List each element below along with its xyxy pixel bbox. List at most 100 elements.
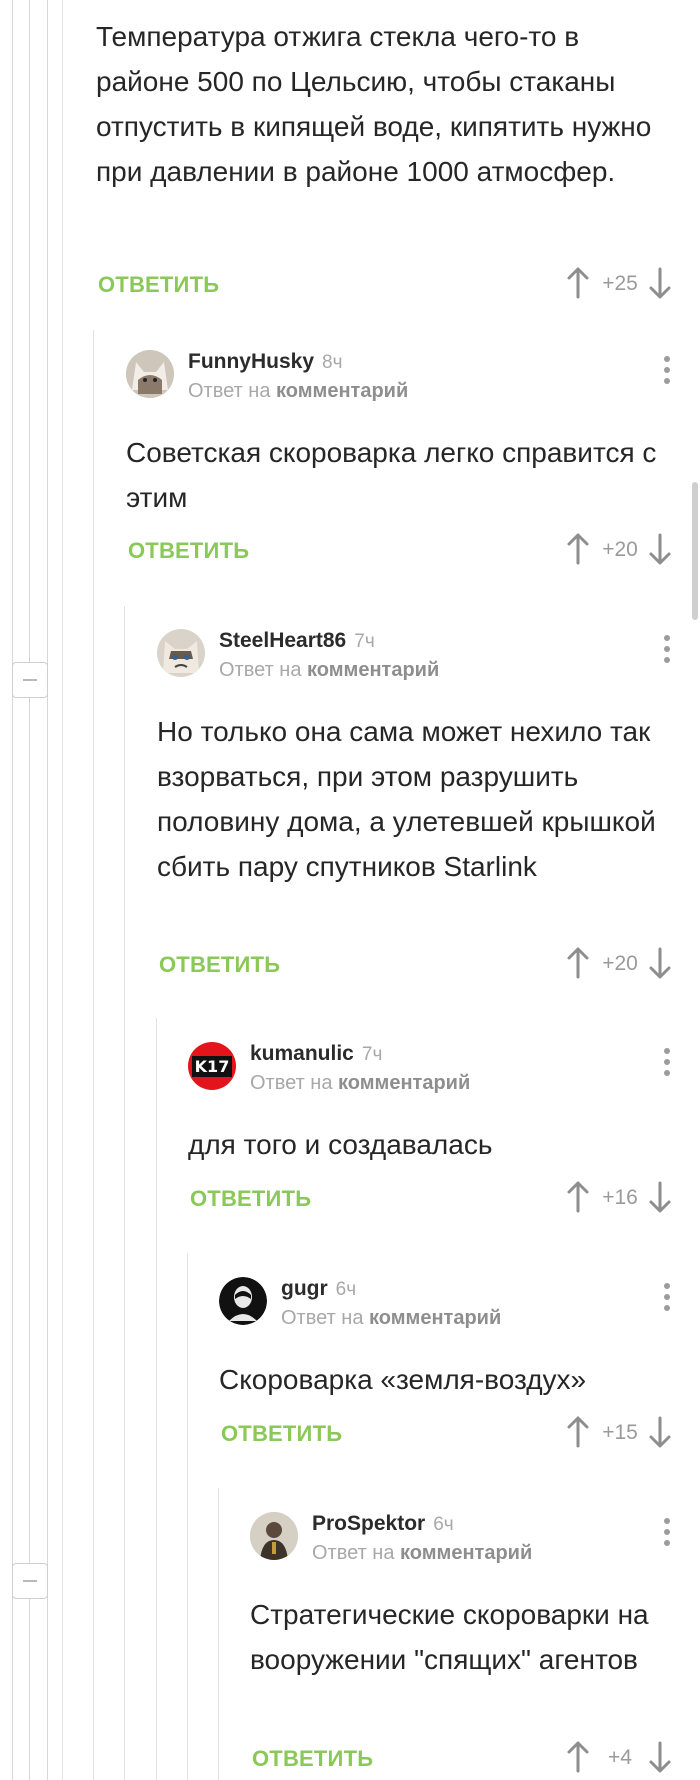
thread-line (12, 0, 13, 1780)
upvote-arrow-icon[interactable] (566, 1740, 590, 1774)
comment-text: Температура отжига стекла чего-то в райо… (96, 21, 652, 187)
upvote-arrow-icon[interactable] (566, 266, 590, 300)
comment-actions: ОТВЕТИТЬ +20 (157, 946, 700, 986)
comment-actions: ОТВЕТИТЬ +16 (188, 1180, 700, 1220)
husky-avatar-icon (126, 350, 174, 398)
silhouette-avatar-icon (219, 1277, 267, 1325)
reply-button[interactable]: ОТВЕТИТЬ (252, 1746, 373, 1772)
comment-rating: +25 (602, 272, 638, 295)
reply-prefix: Ответ на (188, 380, 271, 402)
comment-rating: +15 (602, 1421, 638, 1444)
upvote-arrow-icon[interactable] (566, 1415, 590, 1449)
author-name[interactable]: SteelHeart86 (219, 629, 346, 652)
comment-header: K17 kumanulic 7ч Ответ на комментарий (188, 1042, 700, 1102)
comment-author[interactable]: ProSpektor 6ч (312, 1512, 454, 1536)
more-options-icon[interactable] (662, 635, 672, 669)
reply-button[interactable]: ОТВЕТИТЬ (221, 1421, 342, 1447)
author-name[interactable]: ProSpektor (312, 1512, 425, 1535)
comment-time: 6ч (335, 1279, 357, 1300)
reply-button[interactable]: ОТВЕТИТЬ (128, 538, 249, 564)
thread-line (47, 0, 48, 1780)
comment-text: Скороварка «земля-воздух» (219, 1364, 587, 1395)
reply-to-link[interactable]: Ответ на комментарий (250, 1072, 470, 1095)
comment-author[interactable]: FunnyHusky 8ч (188, 350, 343, 374)
thread-line (93, 330, 94, 1780)
avatar[interactable]: K17 (188, 1042, 236, 1090)
comment-time: 8ч (322, 352, 343, 373)
upvote-arrow-icon[interactable] (566, 532, 590, 566)
downvote-arrow-icon[interactable] (648, 266, 672, 300)
comment: ProSpektor 6ч Ответ на комментарий Страте… (250, 1512, 700, 1780)
comment: K17 kumanulic 7ч Ответ на комментарий для… (188, 1042, 700, 1222)
avatar[interactable] (157, 629, 205, 677)
comment-rating: +4 (608, 1746, 632, 1769)
comment-text: Советская скороварка легко справится с э… (126, 437, 657, 513)
downvote-arrow-icon[interactable] (648, 1180, 672, 1214)
comment-time: 7ч (354, 631, 375, 652)
reply-button[interactable]: ОТВЕТИТЬ (159, 952, 280, 978)
thread-line (29, 0, 30, 1780)
comment: Температура отжига стекла чего-то в райо… (96, 14, 700, 299)
avatar[interactable] (126, 350, 174, 398)
reply-target[interactable]: комментарий (369, 1307, 501, 1329)
comment-actions: ОТВЕТИТЬ +15 (219, 1415, 700, 1455)
comment: FunnyHusky 8ч Ответ на комментарий Советс… (126, 350, 700, 570)
comment: gugr 6ч Ответ на комментарий Скороварка «… (219, 1277, 700, 1457)
comment-rating: +20 (602, 538, 638, 561)
downvote-arrow-icon[interactable] (648, 532, 672, 566)
downvote-arrow-icon[interactable] (648, 1740, 672, 1774)
comment-actions: ОТВЕТИТЬ +20 (126, 532, 700, 572)
thread-line (156, 1018, 157, 1780)
avatar[interactable] (219, 1277, 267, 1325)
comment-author[interactable]: kumanulic 7ч (250, 1042, 382, 1066)
collapse-thread-button[interactable] (12, 1563, 48, 1599)
comment-time: 6ч (433, 1514, 454, 1535)
comment-author[interactable]: gugr 6ч (281, 1277, 356, 1301)
comment-header: FunnyHusky 8ч Ответ на комментарий (126, 350, 700, 410)
reply-target[interactable]: комментарий (400, 1542, 532, 1564)
author-name[interactable]: FunnyHusky (188, 350, 314, 373)
comment-rating: +16 (602, 1186, 638, 1209)
thread-line (62, 0, 63, 1780)
reply-to-link[interactable]: Ответ на комментарий (312, 1542, 532, 1565)
comment: SteelHeart86 7ч Ответ на комментарий Но т… (157, 629, 700, 989)
avatar[interactable] (250, 1512, 298, 1560)
more-options-icon[interactable] (662, 1283, 672, 1317)
reply-target[interactable]: комментарий (338, 1072, 470, 1094)
reply-prefix: Ответ на (312, 1542, 395, 1564)
collapse-thread-button[interactable] (12, 662, 48, 698)
reply-target[interactable]: комментарий (276, 380, 408, 402)
k17-logo-icon: K17 (191, 1055, 233, 1077)
reply-prefix: Ответ на (250, 1072, 333, 1094)
downvote-arrow-icon[interactable] (648, 1415, 672, 1449)
comment-actions: ОТВЕТИТЬ +25 (96, 266, 700, 306)
upvote-arrow-icon[interactable] (566, 946, 590, 980)
reply-prefix: Ответ на (281, 1307, 364, 1329)
person-avatar-icon (250, 1512, 298, 1560)
grumpy-cat-avatar-icon (157, 629, 205, 677)
comment-text: Но только она сама может нехило так взор… (157, 716, 656, 882)
reply-to-link[interactable]: Ответ на комментарий (281, 1307, 501, 1330)
comment-header: ProSpektor 6ч Ответ на комментарий (250, 1512, 700, 1572)
reply-to-link[interactable]: Ответ на комментарий (219, 659, 439, 682)
author-name[interactable]: kumanulic (250, 1042, 354, 1065)
reply-to-link[interactable]: Ответ на комментарий (188, 380, 408, 403)
more-options-icon[interactable] (662, 356, 672, 390)
upvote-arrow-icon[interactable] (566, 1180, 590, 1214)
comment-header: gugr 6ч Ответ на комментарий (219, 1277, 700, 1337)
reply-prefix: Ответ на (219, 659, 302, 681)
more-options-icon[interactable] (662, 1518, 672, 1552)
more-options-icon[interactable] (662, 1048, 672, 1082)
comment-text: для того и создавалась (188, 1129, 493, 1160)
comment-actions: ОТВЕТИТЬ +4 (250, 1740, 700, 1780)
author-name[interactable]: gugr (281, 1277, 328, 1300)
downvote-arrow-icon[interactable] (648, 946, 672, 980)
comment-header: SteelHeart86 7ч Ответ на комментарий (157, 629, 700, 689)
reply-target[interactable]: комментарий (307, 659, 439, 681)
reply-button[interactable]: ОТВЕТИТЬ (190, 1186, 311, 1212)
comment-author[interactable]: SteelHeart86 7ч (219, 629, 375, 653)
thread-line (187, 1253, 188, 1780)
comment-rating: +20 (602, 952, 638, 975)
reply-button[interactable]: ОТВЕТИТЬ (98, 272, 219, 298)
thread-line (124, 606, 125, 1780)
